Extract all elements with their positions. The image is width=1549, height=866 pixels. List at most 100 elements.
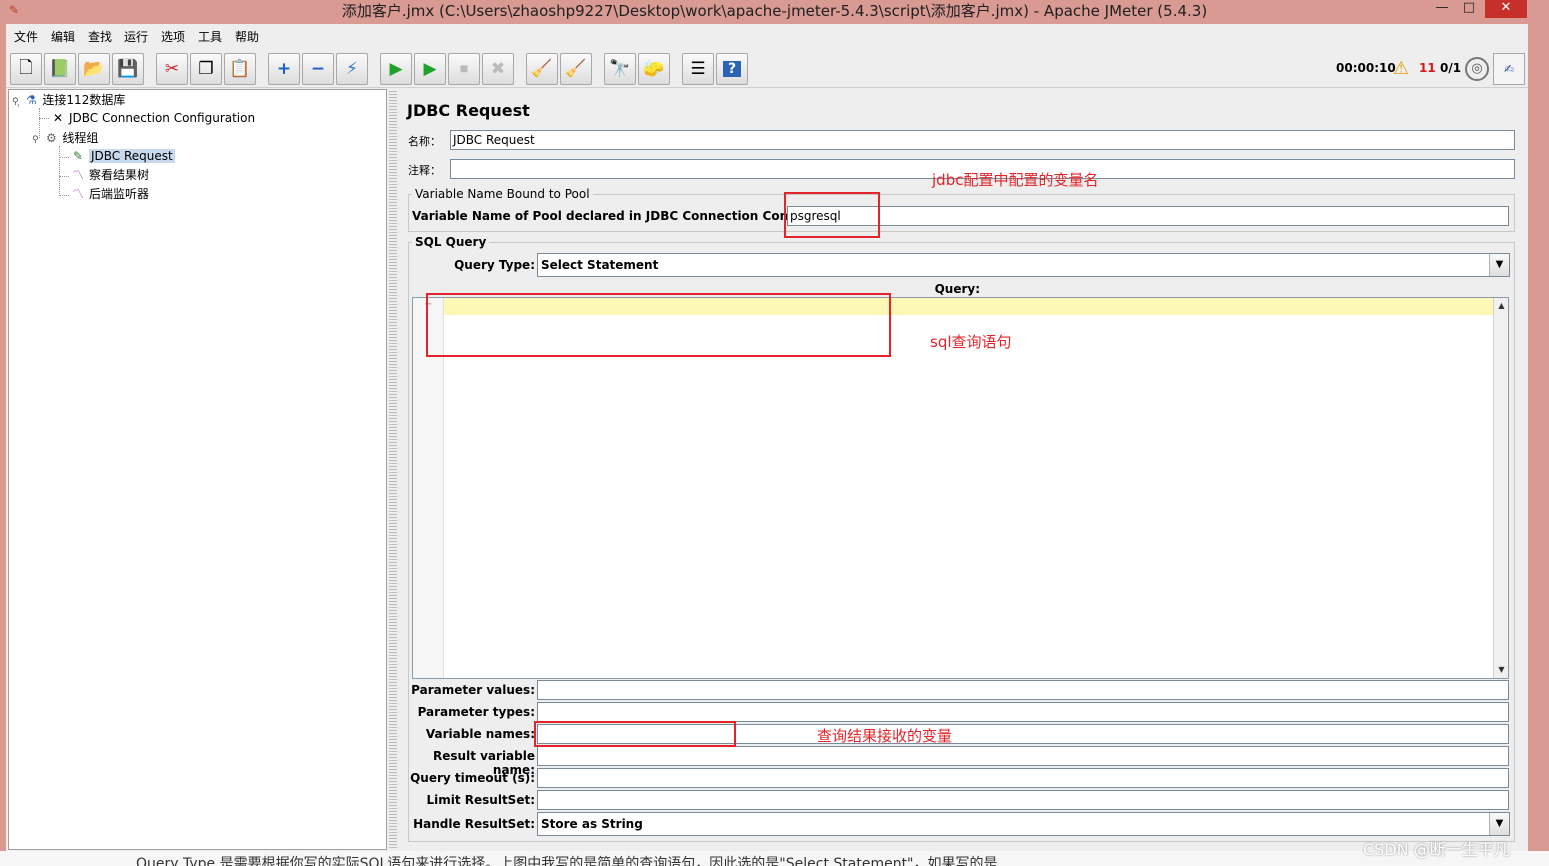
shutdown-button[interactable]: ✖	[482, 53, 514, 85]
tree-line	[59, 176, 69, 177]
tree-item-test-plan[interactable]: ⚲ ⚗ 连接112数据库	[12, 91, 125, 109]
limit-resultset-label: Limit ResultSet:	[426, 793, 535, 807]
watermark: CSDN @断一生平凡	[1363, 840, 1510, 859]
new-button[interactable]: 🗋	[10, 53, 42, 85]
stop-icon: ⏹	[459, 59, 469, 79]
cut-icon: ✂	[164, 59, 180, 79]
sql-group-title: SQL Query	[412, 235, 490, 249]
flask-icon: ⚗	[26, 93, 37, 107]
clear-button[interactable]: 🧹	[526, 53, 558, 85]
wrench-icon: ✕	[52, 111, 64, 125]
function-helper-icon: ☰	[690, 59, 706, 79]
tree-item-backend-listener[interactable]: 〽后端监听器	[69, 185, 149, 203]
tree-line	[59, 195, 69, 196]
reset-search-button[interactable]: 🧽	[638, 53, 670, 85]
chevron-down-icon[interactable]: ▼	[1489, 254, 1509, 276]
copy-icon: ❐	[198, 59, 214, 79]
pipette-icon: ✎	[72, 149, 84, 163]
templates-button[interactable]: 📗	[44, 53, 76, 85]
search-button[interactable]: 🔭	[604, 53, 636, 85]
menu-options[interactable]: 选项	[161, 28, 185, 46]
pool-annotation-box	[784, 192, 880, 238]
tree-toggle-icon[interactable]: ⚲	[32, 135, 39, 145]
tree-item-thread-group[interactable]: ⚲ ⚙ 线程组	[32, 129, 98, 147]
start-icon: ▶	[389, 59, 403, 79]
paste-icon: 📋	[229, 59, 251, 79]
handle-resultset-select[interactable]: Store as String	[537, 812, 1510, 836]
toggle-button[interactable]: ⚡	[336, 53, 368, 85]
menu-file[interactable]: 文件	[14, 28, 38, 46]
tree-line	[39, 118, 49, 119]
search-icon: 🔭	[609, 59, 631, 79]
log-viewer-icon[interactable]: ◎	[1465, 57, 1489, 81]
query-timeout-label: Query timeout (s):	[410, 771, 535, 785]
query-type-select[interactable]: Select Statement	[537, 253, 1510, 277]
cut-button[interactable]: ✂	[156, 53, 188, 85]
new-icon: 🗋	[19, 57, 33, 78]
warning-count: 11	[1419, 61, 1436, 75]
warning-icon[interactable]: ⚠	[1393, 58, 1409, 79]
active-threads: 0/1	[1440, 61, 1462, 75]
paste-button[interactable]: 📋	[224, 53, 256, 85]
name-label: 名称：	[408, 135, 441, 148]
name-input[interactable]: JDBC Request	[450, 130, 1515, 150]
clear-all-button[interactable]: 🧹	[560, 53, 592, 85]
clear-icon: 🧹	[531, 59, 553, 79]
menu-tools[interactable]: 工具	[198, 28, 222, 46]
menu-search[interactable]: 查找	[88, 28, 112, 46]
help-button[interactable]: ?	[716, 53, 748, 85]
handle-resultset-label: Handle ResultSet:	[413, 817, 535, 831]
scroll-up-icon[interactable]: ▲	[1494, 299, 1509, 313]
clear-all-icon: 🧹	[565, 59, 587, 79]
tree-toggle-icon[interactable]: ⚲	[12, 97, 19, 107]
save-button[interactable]: 💾	[112, 53, 144, 85]
chart-icon: 〽	[71, 168, 84, 182]
elapsed-timer: 00:00:10	[1336, 61, 1396, 75]
pool-annotation-text: jdbc配置中配置的变量名	[932, 171, 1099, 189]
test-plan-tree	[8, 89, 387, 850]
expand-all-button[interactable]: +	[268, 53, 300, 85]
menu-edit[interactable]: 编辑	[51, 28, 75, 46]
remote-icon[interactable]: ✍	[1493, 53, 1525, 85]
start-no-pauses-button[interactable]: ▶	[414, 53, 446, 85]
result-variable-input[interactable]	[537, 746, 1509, 766]
tree-item-jdbc-request[interactable]: ✎ JDBC Request	[69, 147, 175, 165]
param-types-label: Parameter types:	[417, 705, 535, 719]
menu-help[interactable]: 帮助	[235, 28, 259, 46]
param-values-input[interactable]	[537, 680, 1509, 700]
limit-resultset-input[interactable]	[537, 790, 1509, 810]
variable-names-label: Variable names:	[425, 727, 535, 741]
tree-item-jdbc-config[interactable]: ✕ JDBC Connection Configuration	[49, 109, 255, 127]
open-icon: 📂	[83, 59, 105, 79]
open-button[interactable]: 📂	[78, 53, 110, 85]
param-types-input[interactable]	[537, 702, 1509, 722]
sql-annotation-text: sql查询语句	[930, 333, 1012, 351]
function-helper-button[interactable]: ☰	[682, 53, 714, 85]
varnames-annotation-box	[534, 721, 736, 747]
reset-search-icon: 🧽	[643, 59, 665, 79]
query-type-label: Query Type:	[454, 258, 535, 272]
tree-item-result-tree[interactable]: 〽察看结果树	[69, 166, 149, 184]
maximize-button[interactable]: □	[1456, 0, 1482, 18]
scroll-down-icon[interactable]: ▼	[1494, 663, 1509, 677]
save-icon: 💾	[117, 59, 139, 79]
panel-title: JDBC Request	[407, 101, 530, 120]
window-title: 添加客户.jmx (C:\Users\zhaoshp9227\Desktop\w…	[341, 2, 1208, 20]
comment-label: 注释：	[408, 164, 441, 177]
pool-variable-input[interactable]: psgresql	[787, 206, 1509, 226]
menu-run[interactable]: 运行	[124, 28, 148, 46]
stop-button[interactable]: ⏹	[448, 53, 480, 85]
query-timeout-input[interactable]	[537, 768, 1509, 788]
pool-group-title: Variable Name Bound to Pool	[412, 187, 593, 201]
toggle-icon: ⚡	[346, 59, 358, 79]
minimize-button[interactable]: —	[1430, 0, 1454, 18]
chevron-down-icon[interactable]: ▼	[1489, 813, 1509, 835]
start-button[interactable]: ▶	[380, 53, 412, 85]
copy-button[interactable]: ❐	[190, 53, 222, 85]
split-divider[interactable]	[389, 89, 397, 850]
collapse-all-button[interactable]: −	[302, 53, 334, 85]
expand-icon: +	[276, 59, 292, 79]
query-scrollbar[interactable]	[1493, 298, 1508, 678]
close-button[interactable]: ✕	[1485, 0, 1527, 18]
tree-line	[59, 146, 60, 196]
